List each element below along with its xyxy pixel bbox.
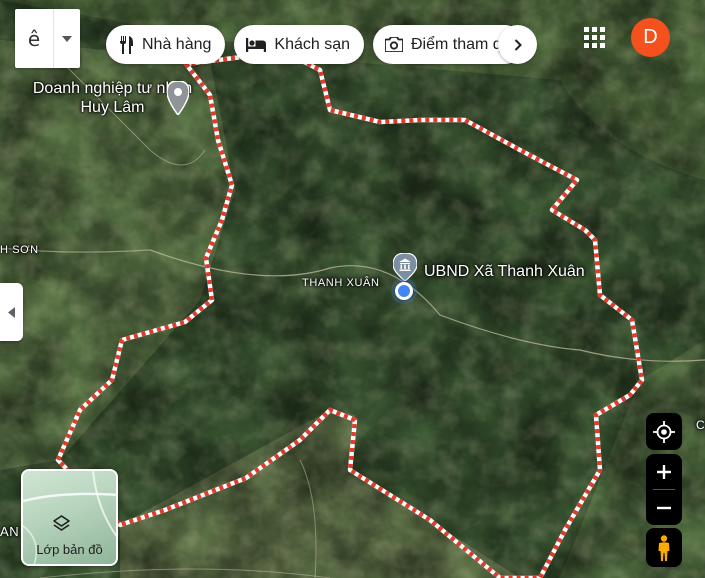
side-panel-toggle[interactable] [0, 283, 23, 341]
input-tools-button[interactable]: ê [15, 9, 80, 68]
crosshair-icon [653, 420, 675, 443]
edge-label-east: C [696, 418, 705, 432]
layers-label: Lớp bản đồ [36, 542, 103, 557]
plus-icon [657, 464, 671, 479]
account-avatar[interactable]: D [631, 18, 670, 57]
layers-button[interactable]: Lớp bản đồ [21, 469, 118, 566]
apps-dot [592, 35, 597, 40]
category-chips: Nhà hàng Khách sạn Điểm tham quan [106, 25, 524, 64]
apps-dot [600, 27, 605, 32]
government-building-icon[interactable] [393, 253, 417, 281]
apps-dot [584, 27, 589, 32]
street-view-pegman-button[interactable] [646, 528, 682, 567]
apps-dot [592, 43, 597, 48]
hotel-icon [246, 37, 267, 52]
edge-label-southwest: AN [0, 524, 20, 539]
my-location-button[interactable] [646, 413, 682, 450]
input-tools-glyph[interactable]: ê [15, 9, 53, 68]
apps-dot [584, 35, 589, 40]
apps-dot [584, 43, 589, 48]
zoom-controls [646, 454, 682, 525]
my-location-dot [395, 282, 413, 300]
commune-label: THANH XUÂN [302, 277, 380, 289]
apps-dot [600, 43, 605, 48]
place-label-ubnd[interactable]: UBND Xã Thanh Xuân [424, 263, 585, 281]
input-tools-dropdown[interactable] [53, 9, 80, 68]
chevron-down-icon [62, 35, 72, 42]
place-pin-icon[interactable] [167, 81, 189, 115]
apps-dot [592, 27, 597, 32]
chevron-right-icon [514, 38, 522, 51]
camera-icon [385, 37, 403, 52]
chips-scroll-next-button[interactable] [498, 25, 537, 64]
layers-icon [53, 515, 70, 531]
chip-restaurants[interactable]: Nhà hàng [106, 25, 226, 64]
chip-hotels[interactable]: Khách sạn [234, 25, 364, 64]
zoom-out-button[interactable] [646, 490, 682, 525]
pegman-icon [658, 534, 670, 561]
google-apps-button[interactable] [582, 25, 608, 51]
zoom-in-button[interactable] [646, 454, 682, 489]
chip-label: Nhà hàng [142, 35, 212, 53]
apps-dot [600, 35, 605, 40]
restaurant-icon [120, 35, 133, 54]
minus-icon [657, 506, 671, 509]
chip-label: Khách sạn [274, 35, 350, 53]
caret-left-icon [8, 306, 15, 318]
edge-label-west: H SƠN [0, 244, 39, 256]
